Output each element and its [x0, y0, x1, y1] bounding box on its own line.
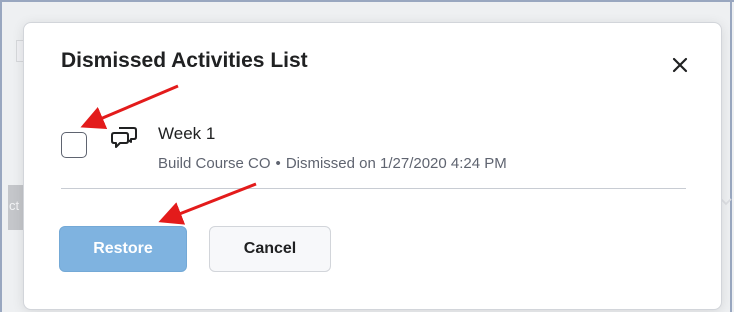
row-divider	[61, 188, 686, 189]
meta-separator: •	[275, 155, 281, 172]
dismissed-activities-dialog: Dismissed Activities List Week 1 Build C…	[23, 22, 722, 310]
close-button[interactable]	[666, 51, 694, 79]
restore-button[interactable]: Restore	[59, 226, 187, 272]
activity-course: Build Course CO	[158, 155, 271, 172]
activity-checkbox[interactable]	[61, 132, 87, 158]
activity-meta: Build Course CO • Dismissed on 1/27/2020 4…	[158, 155, 507, 172]
dialog-title: Dismissed Activities List	[61, 49, 308, 72]
close-icon	[666, 51, 694, 79]
discussion-icon	[110, 121, 140, 151]
list-item: Week 1 Build Course CO • Dismissed on 1/27…	[61, 111, 686, 189]
activity-title: Week 1	[158, 124, 216, 143]
activity-dismissed-date: Dismissed on 1/27/2020 4:24 PM	[285, 155, 507, 172]
cancel-button[interactable]: Cancel	[209, 226, 331, 272]
